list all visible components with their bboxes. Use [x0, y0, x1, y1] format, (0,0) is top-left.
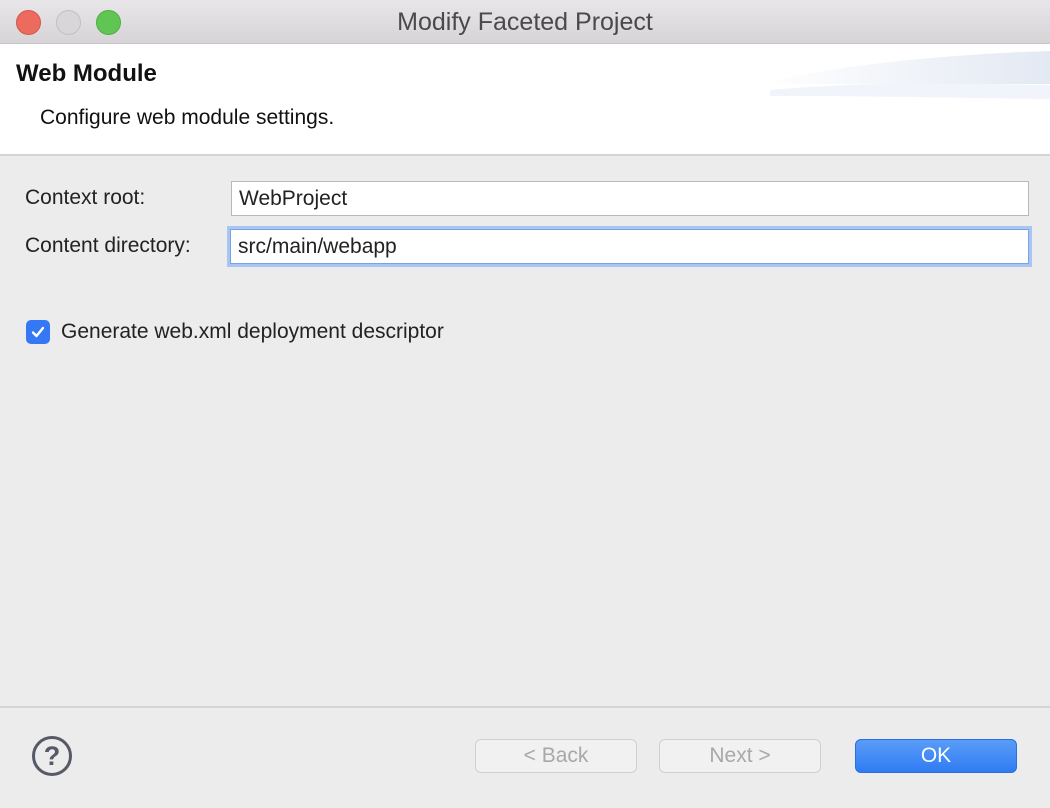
- page-description: Configure web module settings.: [40, 106, 335, 129]
- generate-webxml-label[interactable]: Generate web.xml deployment descriptor: [61, 320, 444, 344]
- checkmark-icon: [31, 326, 45, 338]
- ok-button[interactable]: OK: [855, 739, 1017, 773]
- help-icon[interactable]: ?: [32, 736, 72, 776]
- footer-divider: [0, 706, 1050, 708]
- dialog-window: Modify Faceted Project Web Module Config…: [0, 0, 1050, 808]
- window-title: Modify Faceted Project: [397, 8, 653, 36]
- banner-decoration-icon: [760, 50, 1050, 100]
- context-root-label: Context root:: [25, 186, 146, 209]
- title-bar[interactable]: Modify Faceted Project: [0, 0, 1050, 44]
- next-button[interactable]: Next >: [659, 739, 821, 773]
- content-directory-label: Content directory:: [25, 234, 191, 257]
- wizard-header-banner: Web Module Configure web module settings…: [0, 44, 1050, 156]
- generate-webxml-checkbox[interactable]: [26, 320, 50, 344]
- page-title: Web Module: [16, 60, 157, 87]
- content-directory-input[interactable]: [230, 229, 1029, 264]
- context-root-input[interactable]: [231, 181, 1029, 216]
- back-button[interactable]: < Back: [475, 739, 637, 773]
